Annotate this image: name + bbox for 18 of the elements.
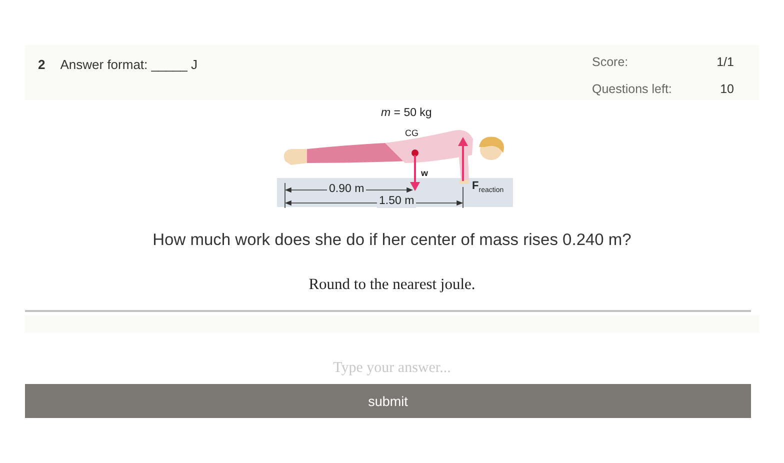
submit-button[interactable]: submit (25, 384, 751, 418)
stat-label: Questions left: (592, 82, 673, 98)
distance-label: 1.50 m (377, 196, 416, 208)
center-of-gravity-dot (412, 150, 418, 156)
stat-label: Score: (592, 55, 630, 71)
mass-label: m = 50 kg (381, 108, 432, 120)
distance-label: 0.90 m (327, 184, 366, 196)
question-text: How much work does she do if her center of mass rises 0.240 m? (152, 231, 632, 250)
cg-label: CG (405, 129, 418, 138)
force-arrow (458, 137, 468, 181)
instruction-text: Round to the nearest joule. (308, 276, 476, 294)
force-label: F$_{reaction}$ (472, 181, 504, 194)
stat-value: 1/1 (716, 55, 734, 71)
answer-format: Answer format: _____ J (60, 57, 198, 74)
weight-label: w (421, 169, 428, 178)
question-number: 2 (38, 57, 46, 74)
weight-arrow (410, 155, 420, 191)
stat-value: 10 (719, 82, 734, 98)
